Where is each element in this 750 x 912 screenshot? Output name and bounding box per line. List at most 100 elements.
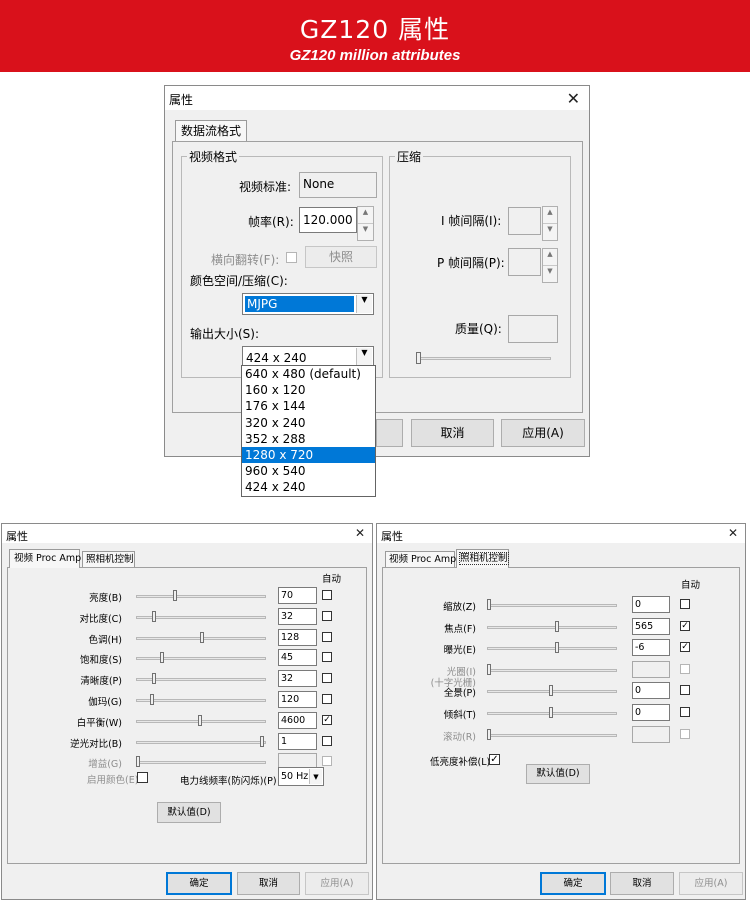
auto-checkbox[interactable]: ✓ [680,642,690,653]
slider-track[interactable] [136,595,266,598]
quality-slider-thumb[interactable] [416,352,421,364]
framerate-input[interactable]: 120.000 [299,207,357,233]
chevron-down-icon[interactable]: ▼ [309,769,322,784]
tab-camera-control[interactable]: 照相机控制 [82,551,135,568]
framerate-spinner[interactable]: ▲ ▼ [357,206,374,241]
slider-value-field[interactable]: 128 [278,628,317,646]
flip-checkbox[interactable] [286,252,297,263]
slider-thumb[interactable] [152,610,156,622]
ok-button[interactable] [376,419,403,447]
cancel-button[interactable]: 取消 [411,419,494,447]
slider-thumb[interactable] [487,599,491,610]
pframe-spinner[interactable]: ▲ ▼ [542,248,558,283]
auto-checkbox[interactable] [322,610,332,621]
colorspace-select[interactable]: MJPG ▼ [242,293,374,315]
dropdown-option[interactable]: 160 x 120 [242,382,375,398]
dropdown-option[interactable]: 424 x 240 [242,479,375,495]
iframe-spinner[interactable]: ▲ ▼ [542,206,558,241]
apply-button[interactable]: 应用(A) [305,872,369,895]
spin-down-icon[interactable]: ▼ [543,224,557,241]
default-button[interactable]: 默认值(D) [526,764,590,784]
slider-thumb[interactable] [152,673,156,685]
spin-up-icon[interactable]: ▲ [358,207,373,224]
chevron-down-icon[interactable]: ▼ [356,348,372,366]
auto-checkbox[interactable] [322,652,332,663]
dropdown-option[interactable]: 352 x 288 [242,431,375,447]
close-icon[interactable]: ✕ [567,91,580,107]
auto-checkbox[interactable] [322,694,332,704]
slider-thumb[interactable] [555,642,559,654]
output-size-dropdown[interactable]: 640 x 480 (default) 160 x 120 176 x 144 320… [241,365,376,497]
slider-track[interactable] [136,657,266,661]
tab-camera-control[interactable]: 照相机控制 [456,549,509,568]
dropdown-option[interactable]: 640 x 480 (default) [242,366,375,382]
slider-value-field[interactable]: 0 [632,596,670,613]
slider-track[interactable] [136,740,266,744]
quality-slider-track[interactable] [419,357,551,360]
slider-value-field[interactable]: 32 [278,670,317,688]
slider-value-field[interactable]: 0 [632,682,670,700]
ok-button[interactable]: 确定 [540,872,606,895]
slider-thumb[interactable] [160,652,164,664]
auto-checkbox[interactable]: ✓ [322,714,332,725]
close-icon[interactable]: ✕ [355,527,365,539]
auto-checkbox[interactable] [322,631,332,642]
slider-thumb[interactable] [260,735,264,747]
auto-checkbox[interactable] [680,707,690,717]
spin-up-icon[interactable]: ▲ [543,207,557,224]
cancel-button[interactable]: 取消 [610,872,674,895]
cancel-button[interactable]: 取消 [237,872,300,895]
spin-down-icon[interactable]: ▼ [358,224,373,241]
slider-thumb[interactable] [555,620,559,632]
slider-thumb[interactable] [549,707,553,718]
slider-value-field[interactable]: 1 [278,732,317,750]
color-enable-checkbox[interactable] [137,772,148,783]
slider-thumb[interactable] [150,694,154,705]
ok-button[interactable]: 确定 [166,872,232,895]
auto-checkbox[interactable] [680,685,690,696]
close-icon[interactable]: ✕ [728,527,738,539]
slider-value-field[interactable]: 70 [278,587,317,604]
default-button[interactable]: 默认值(D) [157,802,221,823]
slider-track[interactable] [487,625,617,629]
tab-label: 视频 Proc Amp [14,553,82,564]
properties-dialog-camera-control: 属性 ✕ 视频 Proc Amp 照相机控制 自动 缩放(Z) 0 焦点(F) 565… [376,523,746,900]
dropdown-option[interactable]: 320 x 240 [242,415,375,431]
spin-up-icon[interactable]: ▲ [543,249,557,266]
slider-track[interactable] [487,604,617,607]
output-size-label: 输出大小(S): [190,327,260,341]
slider-track[interactable] [136,699,266,702]
slider-value-field[interactable]: 45 [278,649,317,667]
apply-button[interactable]: 应用(A) [679,872,743,895]
slider-value-field[interactable]: 4600 [278,711,317,729]
slider-value-field[interactable]: 32 [278,607,317,625]
slider-thumb[interactable] [173,590,177,601]
slider-thumb[interactable] [198,714,202,726]
apply-button[interactable]: 应用(A) [501,419,585,447]
tab-video-proc-amp[interactable]: 视频 Proc Amp [9,549,82,568]
tab-video-proc-amp[interactable]: 视频 Proc Amp [385,551,456,568]
title-bar: 属性 ✕ [2,524,372,543]
snapshot-button[interactable]: 快照 [305,246,377,268]
auto-checkbox[interactable] [322,735,332,746]
slider-track[interactable] [487,647,617,651]
dropdown-option[interactable]: 1280 x 720 [242,446,375,464]
low-light-checkbox[interactable]: ✓ [489,754,500,765]
chevron-down-icon[interactable]: ▼ [356,295,372,313]
auto-checkbox[interactable] [322,590,332,600]
slider-thumb[interactable] [549,685,553,697]
slider-value-field[interactable]: 120 [278,691,317,708]
dropdown-option[interactable]: 176 x 144 [242,398,375,414]
spin-down-icon[interactable]: ▼ [543,266,557,283]
slider-value-field[interactable]: 565 [632,617,670,635]
auto-checkbox[interactable]: ✓ [680,620,690,631]
auto-checkbox [322,756,332,767]
powerline-select[interactable]: 50 Hz ▼ [278,767,324,786]
dropdown-option[interactable]: 960 x 540 [242,463,375,479]
slider-value-field[interactable]: 0 [632,704,670,721]
auto-checkbox[interactable] [680,599,690,609]
slider-thumb[interactable] [200,631,204,643]
slider-value-field[interactable]: -6 [632,639,670,657]
auto-checkbox[interactable] [322,673,332,684]
tab-stream-format[interactable]: 数据流格式 [175,120,247,142]
